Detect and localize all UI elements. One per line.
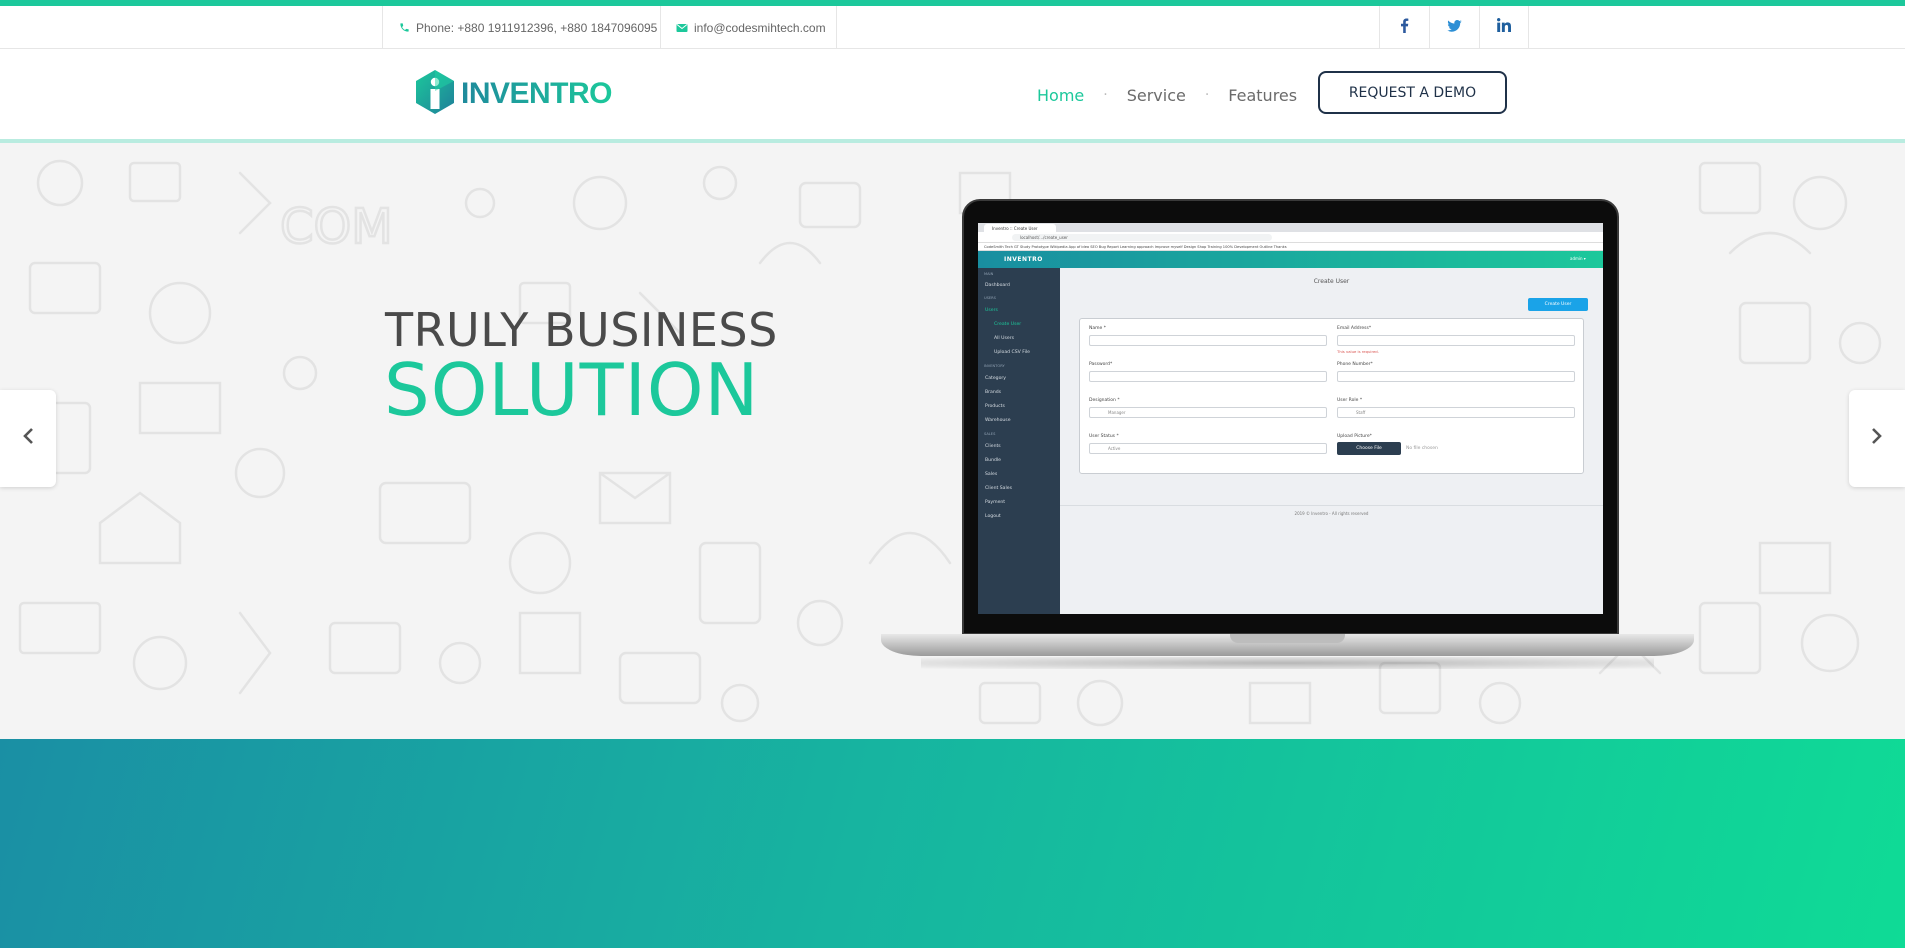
laptop-screen: Inventro :: Create User localhost/.../cr… <box>978 223 1603 614</box>
sidebar-item-category: Category <box>985 376 1006 381</box>
chevron-right-icon <box>1871 427 1883 450</box>
logo-text: INVENTRO <box>461 77 613 110</box>
facebook-link[interactable] <box>1379 6 1429 49</box>
form-label-designation: Designation * <box>1089 398 1120 403</box>
mail-icon <box>676 23 688 33</box>
sidebar-item-products: Products <box>985 404 1005 409</box>
email-text: info@codesmihtech.com <box>694 20 826 35</box>
site-header: INVENTRO Home · Service · Features REQUE… <box>0 50 1905 140</box>
sidebar-item-dashboard: Dashboard <box>985 283 1010 288</box>
phone-text: Phone: +880 1911912396, +880 1847096095 <box>416 20 658 35</box>
chevron-left-icon <box>22 427 34 450</box>
nav-separator: · <box>1103 87 1108 103</box>
slider-prev-button[interactable] <box>0 390 56 487</box>
app-form-card: Name * Email Address* This value is requ… <box>1079 318 1584 474</box>
form-select-role: Staff <box>1337 407 1575 418</box>
slider-next-button[interactable] <box>1849 390 1905 487</box>
linkedin-link[interactable] <box>1479 6 1529 49</box>
form-label-email: Email Address* <box>1337 326 1372 331</box>
browser-bookmarks: CodeSmith Tech GT Study Prototype Wikipe… <box>978 243 1603 251</box>
browser-tab: Inventro :: Create User <box>984 224 1056 232</box>
laptop-mockup: Inventro :: Create User localhost/.../cr… <box>881 199 1694 675</box>
sidebar-item-warehouse: Warehouse <box>985 418 1011 423</box>
nav-home[interactable]: Home <box>1037 86 1084 105</box>
browser-address-bar: localhost/.../create_user <box>978 232 1603 243</box>
form-label-password: Password* <box>1089 362 1113 367</box>
form-input-phone <box>1337 371 1575 382</box>
form-no-file-text: No file chosen <box>1406 446 1438 451</box>
sidebar-item-sales: Sales <box>985 472 998 477</box>
twitter-icon <box>1447 19 1462 37</box>
sidebar-item-client-sales: Client Sales <box>985 486 1012 491</box>
nav-features[interactable]: Features <box>1228 86 1297 105</box>
sidebar-item-create-user: Create User <box>994 322 1022 327</box>
site-logo[interactable]: INVENTRO <box>415 69 613 120</box>
app-sidebar: MAIN Dashboard USERS Users Create User A… <box>978 268 1060 614</box>
logo-mark-icon <box>415 69 455 120</box>
form-label-status: User Status * <box>1089 434 1119 439</box>
sidebar-item-clients: Clients <box>985 444 1001 449</box>
sidebar-section: USERS <box>984 296 996 300</box>
browser-url: localhost/.../create_user <box>1012 234 1272 241</box>
app-main: Create User Create User Name * Email Add… <box>1060 268 1603 614</box>
phone-contact[interactable]: Phone: +880 1911912396, +880 1847096095 <box>382 6 661 49</box>
sidebar-item-payment: Payment <box>985 500 1006 505</box>
sidebar-item-users: Users <box>985 308 998 313</box>
form-input-email <box>1337 335 1575 346</box>
sidebar-section: MAIN <box>984 272 994 276</box>
nav-separator: · <box>1204 87 1210 103</box>
sidebar-item-all-users: All Users <box>994 336 1015 341</box>
form-label-name: Name * <box>1089 326 1106 331</box>
gradient-section <box>0 739 1905 948</box>
sidebar-item-upload-csv: Upload CSV File <box>994 350 1030 355</box>
form-label-picture: Upload Picture* <box>1337 434 1372 439</box>
app-admin-menu: admin ▾ <box>1570 256 1586 261</box>
form-input-password <box>1089 371 1327 382</box>
app-create-user-button: Create User <box>1528 298 1588 311</box>
nav-service[interactable]: Service <box>1127 86 1186 105</box>
sidebar-item-bundle: Bundle <box>985 458 1001 463</box>
phone-icon <box>399 22 410 33</box>
hero-title-line2: SOLUTION <box>384 348 760 432</box>
main-nav: Home · Service · Features <box>1037 50 1297 140</box>
form-email-error: This value is required. <box>1337 349 1379 354</box>
form-input-name <box>1089 335 1327 346</box>
sidebar-section: SALES <box>984 432 996 436</box>
form-label-phone: Phone Number* <box>1337 362 1373 367</box>
svg-text:COM: COM <box>280 199 393 255</box>
laptop-notch <box>1230 634 1345 643</box>
linkedin-icon <box>1497 18 1511 37</box>
request-demo-button[interactable]: REQUEST A DEMO <box>1318 71 1507 114</box>
laptop-shadow <box>921 657 1654 669</box>
top-contact-bar: Phone: +880 1911912396, +880 1847096095 … <box>0 6 1905 49</box>
sidebar-section: INVENTORY <box>984 364 1005 368</box>
facebook-icon <box>1400 18 1409 38</box>
hero-slider: COM TRULY BUSINESS SOLUTION Inventro:: … <box>0 143 1905 739</box>
app-page-title: Create User <box>1313 278 1350 285</box>
browser-tab-strip: Inventro :: Create User <box>978 223 1603 232</box>
app-header: INVENTRO admin ▾ <box>978 251 1603 268</box>
twitter-link[interactable] <box>1429 6 1479 49</box>
email-contact[interactable]: info@codesmihtech.com <box>661 6 837 49</box>
sidebar-item-brands: Brands <box>985 390 1002 395</box>
app-footer: 2019 © Inventro - All rights reserved <box>1060 505 1603 516</box>
app-brand: INVENTRO <box>1004 256 1043 263</box>
form-select-status: Active <box>1089 443 1327 454</box>
form-choose-file-button: Choose File <box>1337 442 1401 455</box>
sidebar-item-logout: Logout <box>985 514 1001 519</box>
form-label-role: User Role * <box>1337 398 1363 403</box>
form-select-designation: Manager <box>1089 407 1327 418</box>
